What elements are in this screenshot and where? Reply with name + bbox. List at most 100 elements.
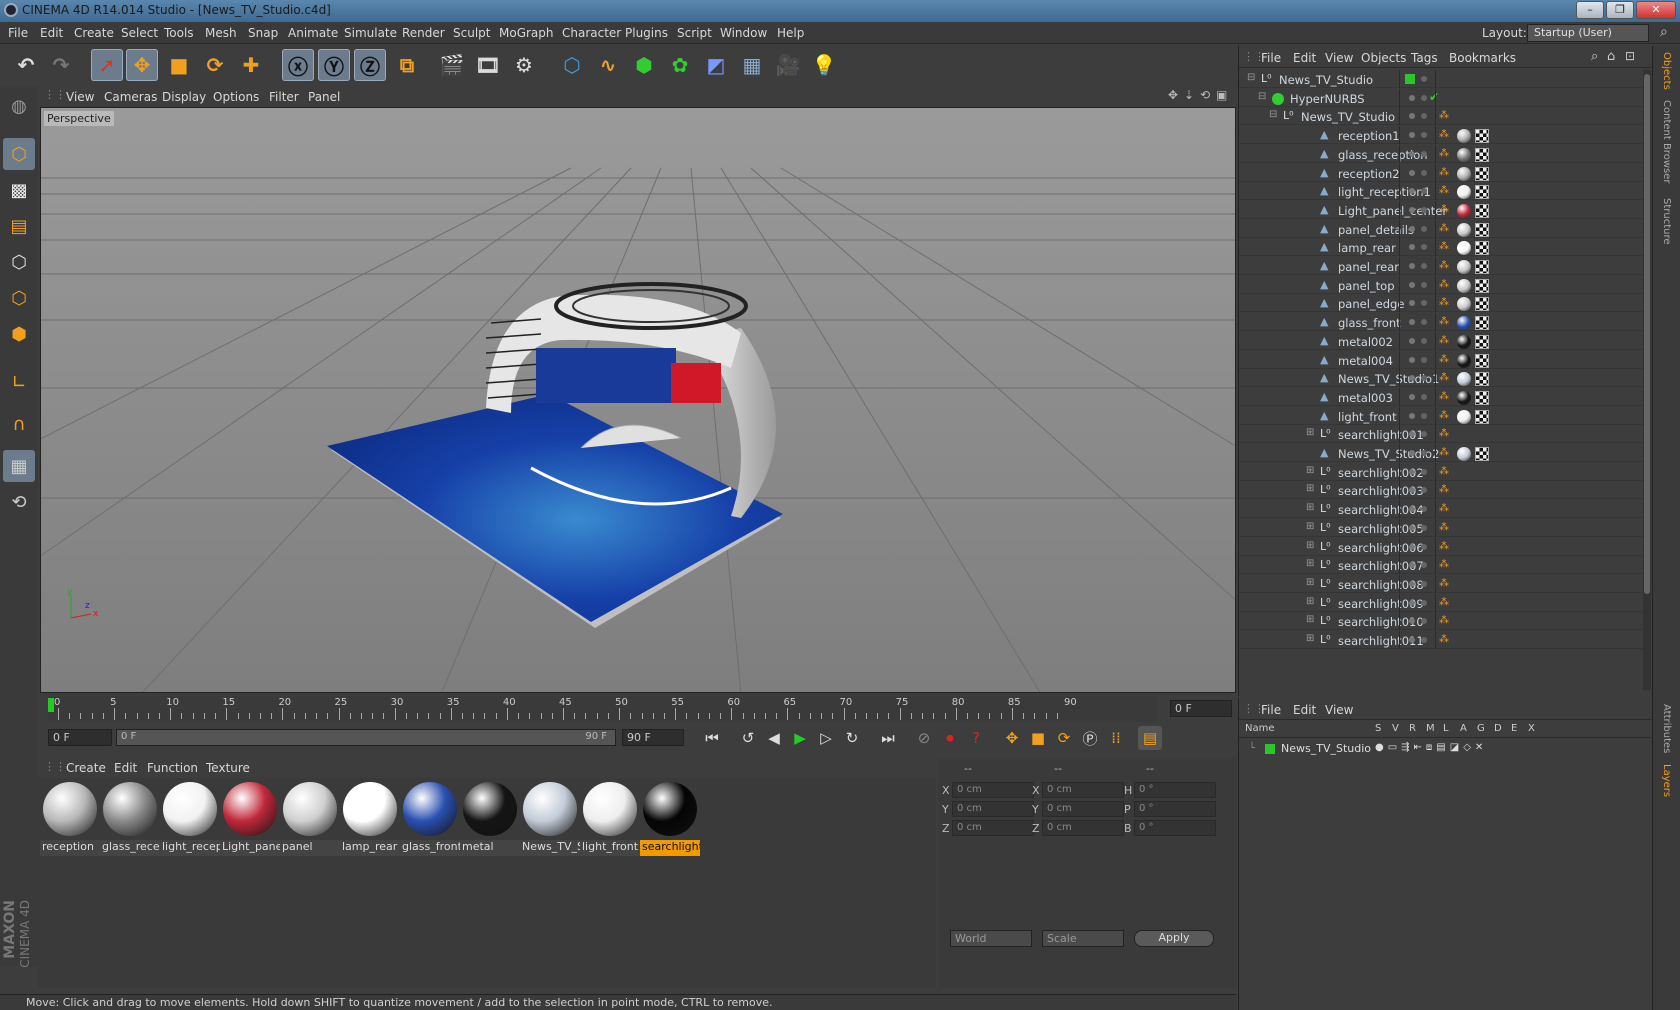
tab-attributes[interactable]: Attributes <box>1661 704 1672 753</box>
z-axis-lock-icon[interactable]: Ⓩ <box>354 49 386 81</box>
material-tag-icon[interactable] <box>1457 297 1471 312</box>
object-row[interactable]: ▲ panel_edge ⁂ <box>1239 294 1643 313</box>
menu-sculpt[interactable]: Sculpt <box>453 26 490 40</box>
material-tag-icon[interactable] <box>1457 390 1471 405</box>
menu-mesh[interactable]: Mesh <box>205 26 237 40</box>
coord-value-field[interactable]: 0 cm <box>1042 782 1124 798</box>
material-tag-icon[interactable] <box>1457 260 1471 274</box>
material-menu-create[interactable]: Create <box>66 761 106 775</box>
keyframe-selection-icon[interactable]: ? <box>964 726 988 750</box>
phong-tag-icon[interactable]: ⁂ <box>1439 372 1449 383</box>
expand-toggle-icon[interactable]: ⊞ <box>1306 483 1314 494</box>
object-row[interactable]: ▲ light_reception1 ⁂ <box>1239 182 1643 201</box>
phong-tag-icon[interactable]: ⁂ <box>1439 335 1449 346</box>
phong-tag-icon[interactable]: ⁂ <box>1439 204 1449 215</box>
uvw-tag-icon[interactable] <box>1475 278 1489 293</box>
phong-tag-icon[interactable]: ⁂ <box>1439 578 1449 589</box>
nurbs-icon[interactable]: ⬢ <box>628 49 660 81</box>
editor-visibility-dot[interactable] <box>1409 225 1415 232</box>
object-row[interactable]: ⊞ L⁰ searchlight002 ⁂ <box>1239 462 1643 481</box>
menu-tools[interactable]: Tools <box>164 26 194 40</box>
prev-frame-icon[interactable]: ◀ <box>762 726 786 750</box>
object-row[interactable]: ⊞ L⁰ searchlight011 ⁂ <box>1239 631 1643 649</box>
next-frame-icon[interactable]: ▷ <box>814 726 838 750</box>
render-visibility-dot[interactable] <box>1421 431 1427 438</box>
render-visibility-dot[interactable] <box>1421 300 1427 307</box>
editor-visibility-dot[interactable] <box>1409 113 1415 120</box>
key-scale-icon[interactable]: ■ <box>1026 726 1050 750</box>
object-menu-tags[interactable]: Tags <box>1411 51 1438 65</box>
object-row[interactable]: ▲ metal002 ⁂ <box>1239 331 1643 350</box>
uvw-tag-icon[interactable] <box>1475 129 1489 144</box>
phong-tag-icon[interactable]: ⁂ <box>1439 297 1449 308</box>
soft-selection-icon[interactable]: ⟲ <box>3 486 35 518</box>
uvw-tag-icon[interactable] <box>1475 334 1489 349</box>
layout-select[interactable]: Startup (User) <box>1527 24 1649 42</box>
uvw-tag-icon[interactable] <box>1475 297 1489 312</box>
object-name[interactable]: News_TV_Studio <box>1279 73 1373 87</box>
render-visibility-dot[interactable] <box>1421 618 1427 625</box>
workplane-mode-icon[interactable]: ▤ <box>3 210 35 242</box>
object-row[interactable]: ▲ glass_reception ⁂ <box>1239 144 1643 163</box>
array-icon[interactable]: ✿ <box>664 49 696 81</box>
viewport-menu-panel[interactable]: Panel <box>308 90 340 104</box>
model-mode-icon[interactable]: ⬡ <box>3 138 35 170</box>
material-swatch[interactable]: News_TV_S <box>520 780 580 856</box>
layer-column-s[interactable]: S <box>1375 723 1381 734</box>
object-row[interactable]: ⊟ L⁰ News_TV_Studio ⁂ <box>1239 107 1643 126</box>
collapse-toggle-icon[interactable]: ⊟ <box>1247 72 1255 83</box>
phong-tag-icon[interactable]: ⁂ <box>1439 466 1449 477</box>
editor-visibility-dot[interactable] <box>1409 150 1415 157</box>
object-scrollbar[interactable] <box>1643 70 1651 690</box>
frame-range-slider[interactable]: 0 F 90 F <box>116 729 616 746</box>
object-row[interactable]: ▲ light_front ⁂ <box>1239 406 1643 425</box>
menu-snap[interactable]: Snap <box>248 26 278 40</box>
editor-visibility-dot[interactable] <box>1409 468 1415 475</box>
playhead[interactable] <box>48 698 54 712</box>
uvw-tag-icon[interactable] <box>1475 203 1489 218</box>
expand-toggle-icon[interactable]: ⊞ <box>1306 596 1314 607</box>
start-frame-field[interactable]: 0 F <box>48 729 112 746</box>
key-parameter-icon[interactable]: Ⓟ <box>1078 726 1102 750</box>
menu-plugins[interactable]: Plugins <box>625 26 668 40</box>
perspective-viewport[interactable]: y x z Perspective <box>40 107 1236 693</box>
object-row[interactable]: ▲ Light_panel_center ⁂ <box>1239 200 1643 219</box>
tab-objects[interactable]: Objects <box>1661 52 1672 90</box>
phong-tag-icon[interactable]: ⁂ <box>1439 279 1449 290</box>
material-menu-texture[interactable]: Texture <box>206 761 250 775</box>
expand-toggle-icon[interactable]: ⊞ <box>1306 614 1314 625</box>
search-icon[interactable]: ⌕ <box>1660 24 1668 40</box>
phong-tag-icon[interactable]: ⁂ <box>1439 410 1449 421</box>
object-row[interactable]: ⊞ L⁰ searchlight009 ⁂ <box>1239 593 1643 612</box>
viewport-menu-display[interactable]: Display <box>162 90 206 104</box>
uvw-tag-icon[interactable] <box>1475 409 1489 424</box>
material-tag-icon[interactable] <box>1457 334 1471 349</box>
editor-visibility-dot[interactable] <box>1409 580 1415 587</box>
coord-value-field[interactable]: 0 cm <box>952 782 1034 798</box>
material-swatch[interactable]: searchlight <box>640 780 700 856</box>
object-menu-bookmarks[interactable]: Bookmarks <box>1449 51 1516 65</box>
render-view-icon[interactable]: 🎬 <box>436 49 468 81</box>
menu-render[interactable]: Render <box>402 26 445 40</box>
object-row[interactable]: ⊞ L⁰ searchlight010 ⁂ <box>1239 612 1643 631</box>
prev-key-icon[interactable]: ↺ <box>736 726 760 750</box>
object-menu-objects[interactable]: Objects <box>1361 51 1406 65</box>
x-axis-lock-icon[interactable]: ⓧ <box>282 49 314 81</box>
coord-value-field[interactable]: 0 ° <box>1134 782 1216 798</box>
object-row[interactable]: ⊟ L⁰ News_TV_Studio <box>1239 70 1643 88</box>
object-menu-file[interactable]: File <box>1261 51 1281 65</box>
key-rotation-icon[interactable]: ⟳ <box>1052 726 1076 750</box>
render-visibility-dot[interactable] <box>1421 562 1427 569</box>
workplane-lock-icon[interactable]: ▦ <box>3 450 35 482</box>
object-row[interactable]: ▲ News_TV_Studio1 ⁂ <box>1239 369 1643 388</box>
editor-visibility-dot[interactable] <box>1409 543 1415 550</box>
render-visibility-dot[interactable] <box>1421 412 1427 419</box>
undo-icon[interactable]: ↶ <box>10 49 42 81</box>
material-tag-icon[interactable] <box>1457 278 1471 293</box>
render-visibility-dot[interactable] <box>1421 76 1427 82</box>
render-visibility-dot[interactable] <box>1421 487 1427 494</box>
phong-tag-icon[interactable]: ⁂ <box>1439 185 1449 196</box>
polygons-mode-icon[interactable]: ⬢ <box>3 318 35 350</box>
scale-tool-icon[interactable]: ■ <box>163 49 195 81</box>
coordinate-system-select[interactable]: World <box>950 930 1032 947</box>
